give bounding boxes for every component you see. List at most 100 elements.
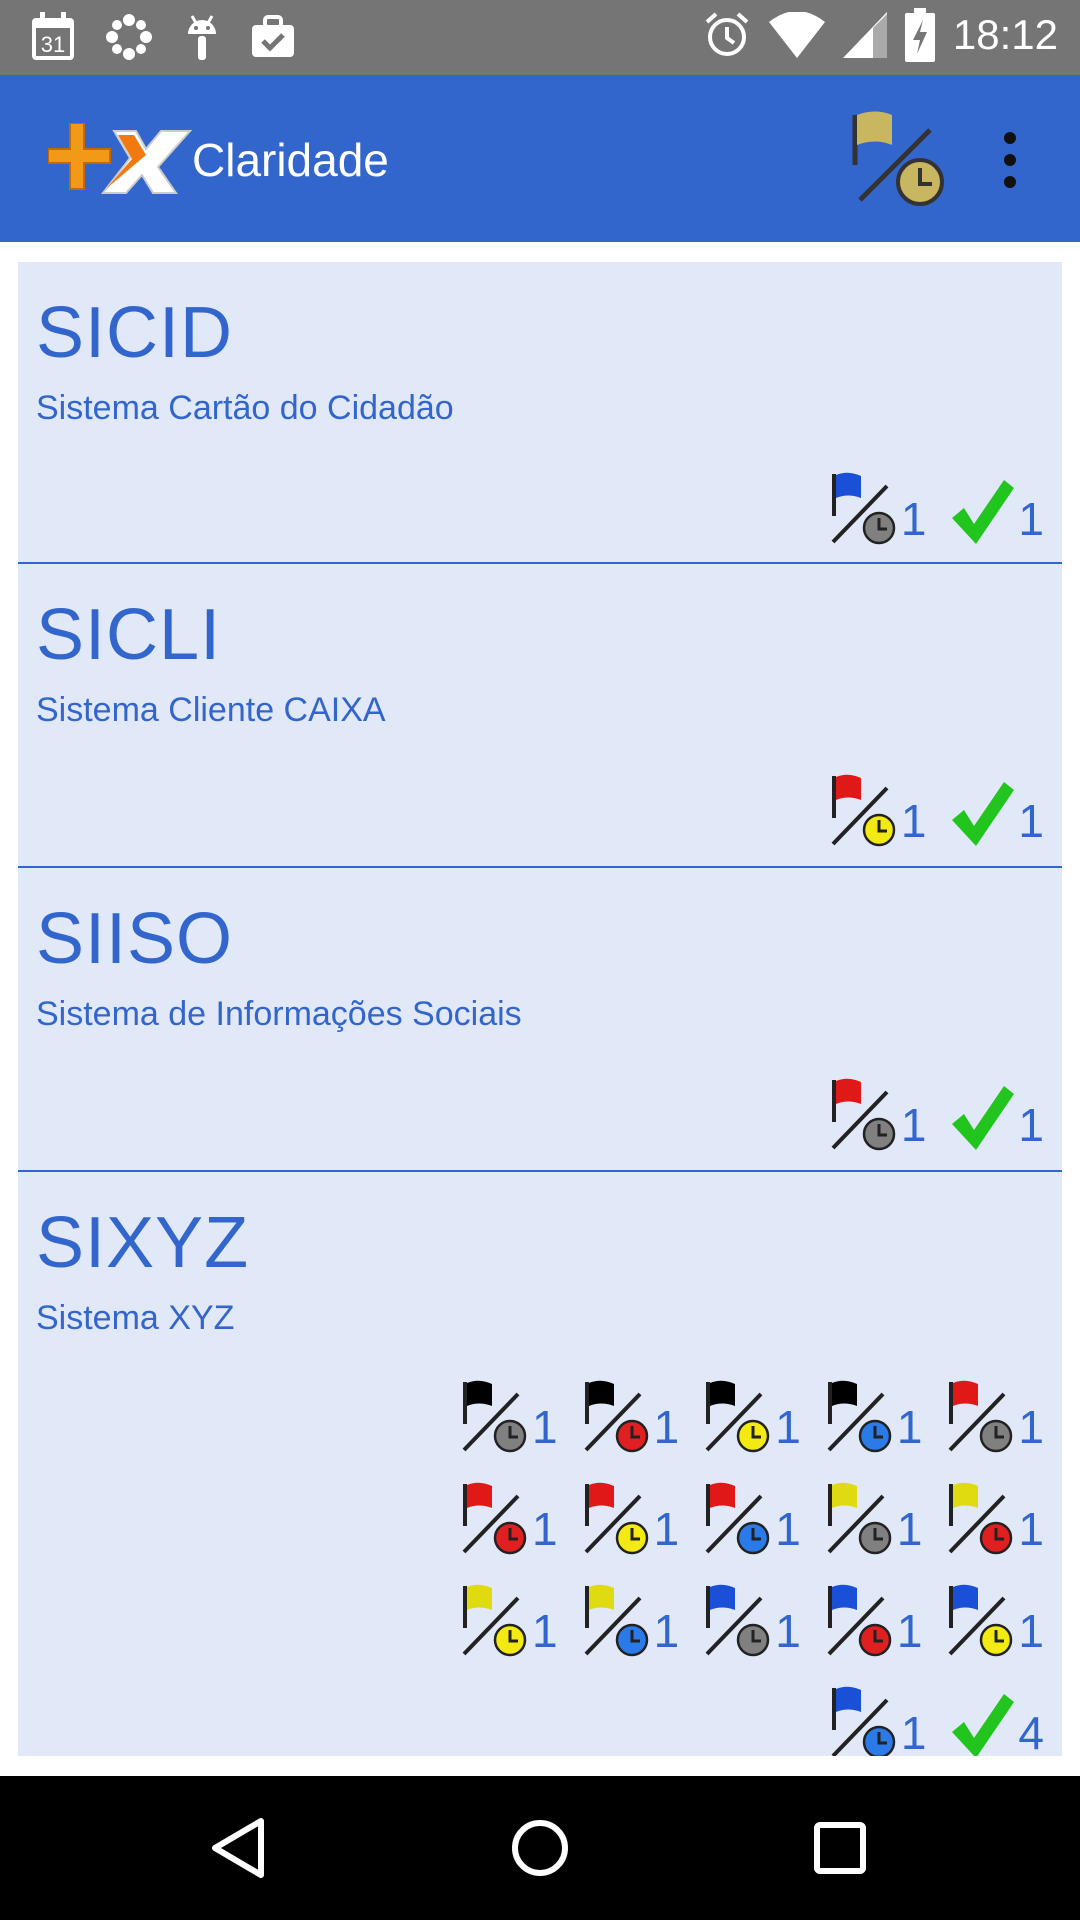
back-button[interactable]: [205, 1813, 275, 1883]
badge-row: 14: [829, 1686, 1044, 1756]
flag-clock-filter-button[interactable]: [850, 110, 950, 210]
system-code: SICLI: [36, 595, 222, 675]
pending-status-badge[interactable]: 1: [829, 1686, 927, 1756]
pending-status-badge[interactable]: 1: [703, 1482, 801, 1556]
pending-status-badge[interactable]: 1: [582, 1482, 680, 1556]
system-card[interactable]: SICLI Sistema Cliente CAIXA 11: [18, 564, 1062, 868]
pending-status-badge[interactable]: 1: [829, 1078, 926, 1152]
red-flag-gray-clock-icon: [831, 1078, 896, 1151]
flag-clock-icon: [852, 111, 944, 206]
blue-flag-yellow-clock-icon: [948, 1584, 1013, 1657]
badge-count: 1: [900, 795, 927, 847]
yellow-flag-red-clock-icon: [948, 1482, 1013, 1555]
completed-count-badge[interactable]: 1: [950, 472, 1044, 546]
system-card[interactable]: SICID Sistema Cartão do Cidadão 11: [18, 262, 1062, 564]
android-icon: [182, 12, 222, 62]
plus-x-logo: [47, 122, 193, 203]
red-flag-yellow-clock-icon: [584, 1482, 648, 1555]
badge-row: 11: [829, 774, 1044, 848]
completed-count-badge[interactable]: 4: [950, 1686, 1044, 1756]
badge-row: 1 1 1 1 1: [460, 1482, 1044, 1556]
system-name: Sistema Cartão do Cidadão: [36, 389, 454, 427]
badge-count: 1: [1018, 1503, 1044, 1555]
dots-icon: [104, 12, 154, 62]
badge-count: 1: [900, 493, 927, 545]
status-time: 18:12: [952, 11, 1058, 58]
yellow-flag-yellow-clock-icon: [462, 1584, 527, 1657]
completed-count-badge[interactable]: 1: [950, 1078, 1044, 1152]
blue-flag-gray-clock-icon: [705, 1584, 770, 1657]
overflow-menu-button[interactable]: [985, 130, 1035, 190]
pending-status-badge[interactable]: 1: [946, 1482, 1044, 1556]
black-flag-gray-clock-icon: [462, 1380, 527, 1453]
app-title: Claridade: [192, 134, 389, 186]
system-card[interactable]: SIXYZ Sistema XYZ 11111111111111114: [18, 1172, 1062, 1756]
pending-status-badge[interactable]: 1: [825, 1380, 923, 1454]
badge-group: 11111111111111114: [460, 1380, 1044, 1756]
home-icon: [512, 1820, 568, 1876]
badge-count: 1: [532, 1503, 558, 1555]
status-bar: 31 18:12: [0, 0, 1080, 75]
black-flag-yellow-clock-icon: [705, 1380, 770, 1453]
briefcase-check-icon: [250, 14, 296, 60]
badge-count: 1: [896, 1401, 923, 1453]
badge-count: 1: [775, 1503, 801, 1555]
red-flag-red-clock-icon: [462, 1482, 527, 1555]
pending-status-badge[interactable]: 1: [946, 1584, 1044, 1658]
pending-status-badge[interactable]: 1: [946, 1380, 1044, 1454]
pending-status-badge[interactable]: 1: [825, 1482, 922, 1556]
badge-group: 11: [829, 1078, 1044, 1152]
badge-count: 1: [900, 1707, 927, 1756]
recents-button[interactable]: [805, 1813, 875, 1883]
pending-status-badge[interactable]: 1: [460, 1380, 558, 1454]
badge-row: 11: [829, 472, 1044, 546]
badge-count: 4: [1018, 1707, 1044, 1756]
system-code: SICID: [36, 293, 234, 373]
pending-status-badge[interactable]: 1: [825, 1584, 922, 1658]
home-button[interactable]: [505, 1813, 575, 1883]
system-card[interactable]: SIISO Sistema de Informações Sociais 11: [18, 868, 1062, 1172]
badge-count: 1: [775, 1605, 801, 1657]
pending-status-badge[interactable]: 1: [460, 1584, 558, 1658]
system-name: Sistema de Informações Sociais: [36, 995, 522, 1033]
red-flag-gray-clock-icon: [948, 1380, 1013, 1453]
badge-count: 1: [1018, 1605, 1044, 1657]
yellow-flag-blue-clock-icon: [584, 1584, 648, 1657]
overflow-menu-icon: [1004, 132, 1016, 188]
badge-row: 1 1 1 1 1: [460, 1584, 1044, 1658]
app-bar: Claridade: [0, 75, 1080, 242]
badge-count: 1: [653, 1503, 680, 1555]
pending-status-badge[interactable]: 1: [582, 1380, 679, 1454]
recents-icon: [814, 1822, 866, 1874]
system-name: Sistema XYZ: [36, 1299, 235, 1337]
check-icon: [952, 1694, 1015, 1756]
blue-flag-blue-clock-icon: [831, 1686, 896, 1756]
battery-charging-icon: [904, 8, 935, 62]
black-flag-blue-clock-icon: [827, 1380, 892, 1453]
blue-flag-gray-clock-icon: [831, 472, 896, 545]
check-icon: [952, 1086, 1015, 1150]
pending-status-badge[interactable]: 1: [460, 1482, 558, 1556]
check-icon: [952, 782, 1015, 846]
pending-status-badge[interactable]: 1: [829, 472, 927, 546]
pending-status-badge[interactable]: 1: [829, 774, 927, 848]
navigation-bar: [0, 1776, 1080, 1920]
yellow-flag-gray-clock-icon: [827, 1482, 892, 1555]
red-flag-yellow-clock-icon: [831, 774, 896, 847]
badge-row: 1 1 1 1 1: [460, 1380, 1044, 1454]
badge-count: 1: [1018, 493, 1044, 545]
system-code: SIISO: [36, 899, 234, 979]
badge-row: 11: [829, 1078, 1044, 1152]
badge-group: 11: [829, 774, 1044, 848]
pending-status-badge[interactable]: 1: [582, 1584, 679, 1658]
badge-count: 1: [1018, 1401, 1044, 1453]
pending-status-badge[interactable]: 1: [703, 1584, 801, 1658]
content-area: SICID Sistema Cartão do Cidadão 11 SICLI…: [0, 242, 1080, 1776]
calendar-icon: 31: [30, 12, 76, 62]
completed-count-badge[interactable]: 1: [950, 774, 1044, 848]
blue-flag-red-clock-icon: [827, 1584, 892, 1657]
pending-status-badge[interactable]: 1: [703, 1380, 801, 1454]
signal-icon: [842, 12, 887, 58]
badge-count: 1: [532, 1401, 558, 1453]
check-icon: [952, 480, 1015, 544]
